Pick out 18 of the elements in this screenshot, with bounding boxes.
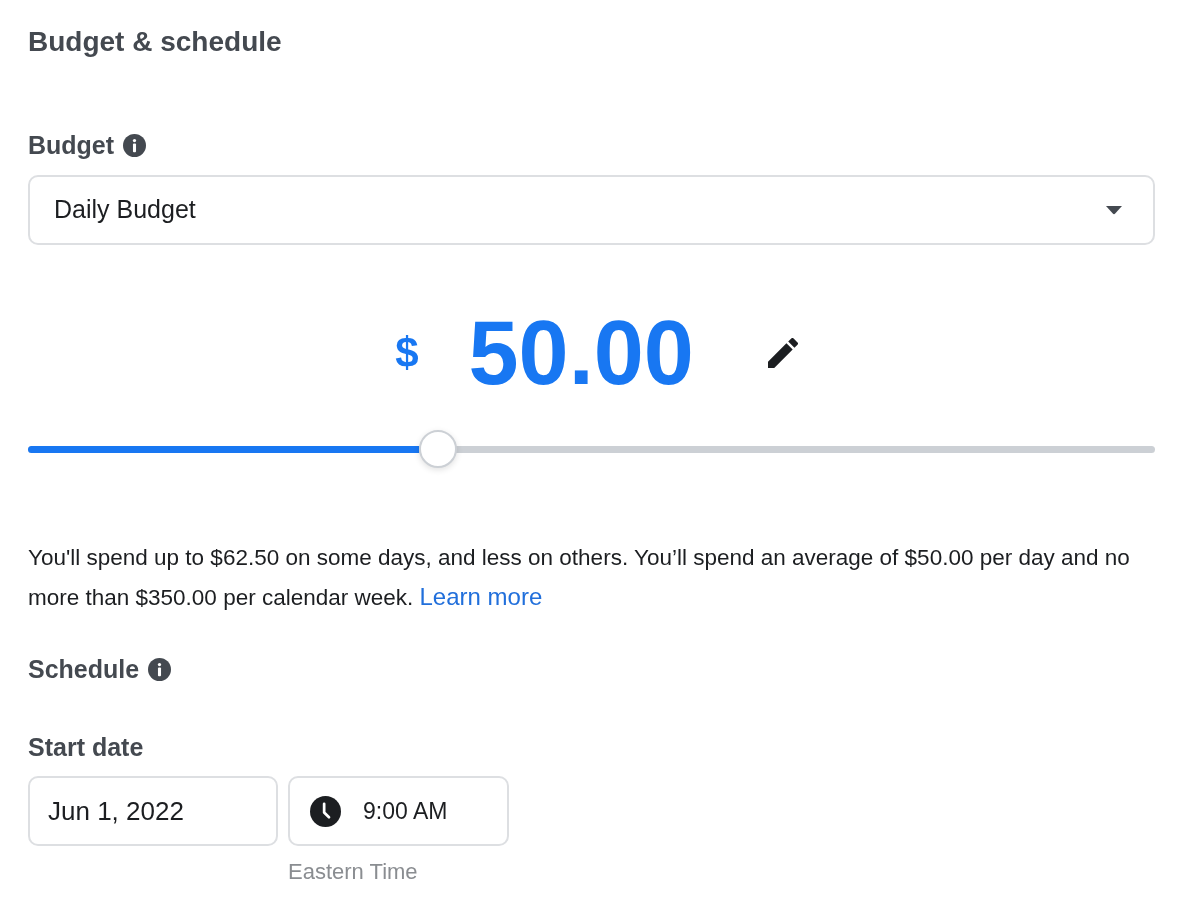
date-field[interactable]: Jun 1, 2022 — [28, 776, 278, 846]
budget-label: Budget — [28, 130, 115, 160]
pencil-icon[interactable] — [767, 338, 798, 368]
learn-more-link[interactable]: Learn more — [419, 583, 543, 610]
timezone-label: Eastern Time — [288, 859, 418, 885]
start-date-label: Start date — [28, 732, 144, 762]
schedule-label: Schedule — [28, 654, 140, 684]
budget-note: You'll spend up to $62.50 on some days, and less on others. You’ll spend an average of $50.00 per day and no more than $350.00 per calendar week. Learn more — [28, 544, 1131, 612]
section-title: Budget & schedule — [28, 25, 282, 59]
slider-thumb[interactable] — [419, 430, 458, 468]
budget-type-dropdown[interactable]: Daily Budget — [28, 175, 1155, 245]
info-icon[interactable] — [148, 657, 172, 681]
clock-icon — [310, 795, 341, 827]
caret-down-icon — [1105, 205, 1123, 215]
time-field[interactable]: 9:00 AM — [288, 776, 509, 846]
budget-amount: 50.00 — [468, 308, 694, 398]
currency-symbol: $ — [395, 332, 419, 374]
info-icon[interactable] — [123, 133, 147, 157]
